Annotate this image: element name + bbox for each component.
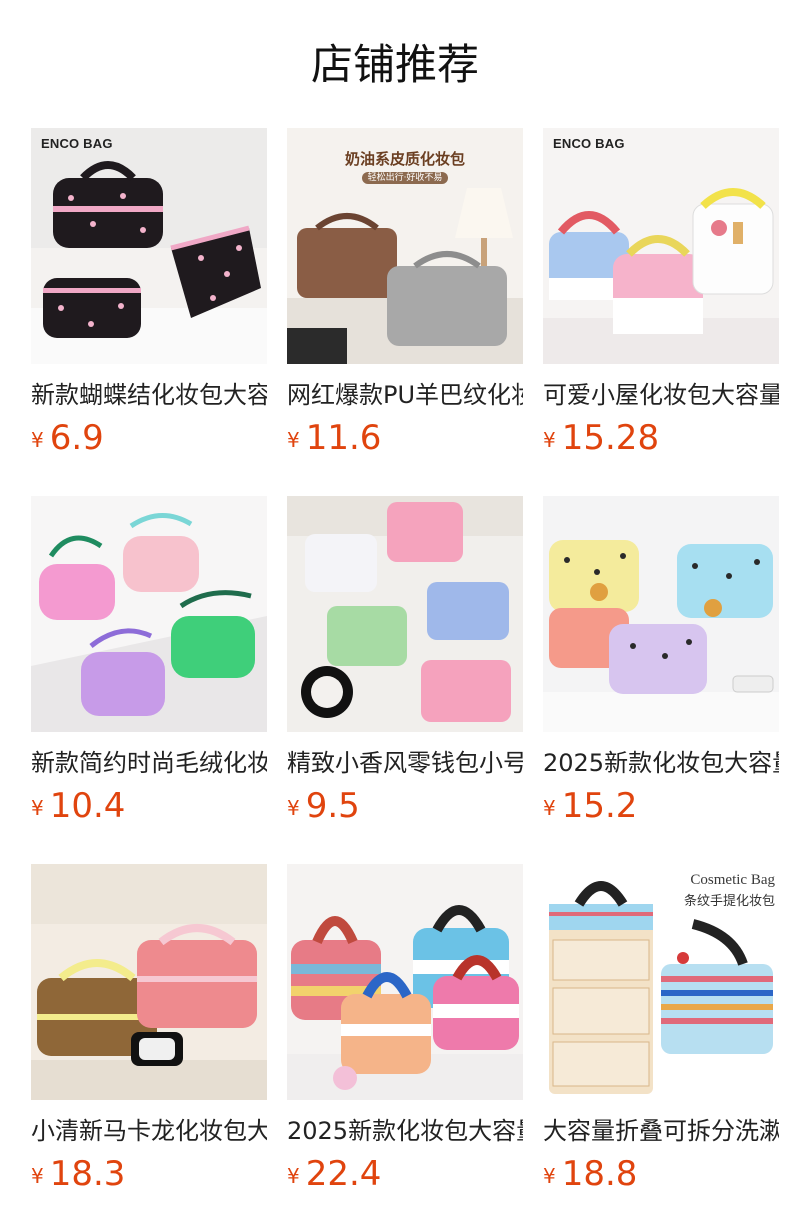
product-image[interactable] [287, 496, 523, 732]
price-amount: 9.5 [305, 786, 360, 826]
product-card[interactable]: 2025新款化妆包大容量 ¥22.4 [287, 864, 523, 1232]
currency-symbol: ¥ [543, 428, 556, 452]
price-amount: 18.3 [49, 1154, 126, 1194]
product-price: ¥6.9 [31, 418, 267, 458]
product-price: ¥22.4 [287, 1154, 523, 1194]
product-grid: ENCO BAG 新款蝴蝶结化妆包大容量 ¥6.9 奶油系皮质化妆包 轻松出行·… [31, 128, 779, 1232]
product-name[interactable]: 新款简约时尚毛绒化妆包 [31, 746, 267, 780]
currency-symbol: ¥ [287, 796, 300, 820]
product-card[interactable]: 2025新款化妆包大容量 ¥15.2 [543, 496, 779, 864]
brand-tag: ENCO BAG [553, 136, 625, 151]
product-image[interactable] [31, 496, 267, 732]
product-name[interactable]: 小清新马卡龙化妆包大容量 [31, 1114, 267, 1148]
price-amount: 15.28 [561, 418, 660, 458]
currency-symbol: ¥ [31, 1164, 44, 1188]
banner-headline-zh: 条纹手提化妆包 [683, 894, 775, 909]
product-card[interactable]: Cosmetic Bag 条纹手提化妆包 大容量折叠可拆分洗漱包 ¥18.8 [543, 864, 779, 1232]
product-name[interactable]: 新款蝴蝶结化妆包大容量 [31, 378, 267, 412]
banner-headline-en: Cosmetic Bag [690, 872, 775, 888]
price-amount: 6.9 [49, 418, 104, 458]
product-card[interactable]: ENCO BAG 新款蝴蝶结化妆包大容量 ¥6.9 [31, 128, 267, 496]
currency-symbol: ¥ [31, 428, 44, 452]
product-price: ¥18.3 [31, 1154, 267, 1194]
product-price: ¥18.8 [543, 1154, 779, 1194]
price-amount: 15.2 [561, 786, 638, 826]
brand-tag: ENCO BAG [41, 136, 113, 151]
product-name[interactable]: 大容量折叠可拆分洗漱包 [543, 1114, 779, 1148]
product-card[interactable]: ENCO BAG 可爱小屋化妆包大容量 ¥15.28 [543, 128, 779, 496]
currency-symbol: ¥ [543, 1164, 556, 1188]
product-card[interactable]: 新款简约时尚毛绒化妆包 ¥10.4 [31, 496, 267, 864]
product-name[interactable]: 2025新款化妆包大容量 [543, 746, 779, 780]
product-name[interactable]: 网红爆款PU羊巴纹化妆包 [287, 378, 523, 412]
product-price: ¥11.6 [287, 418, 523, 458]
product-image[interactable]: ENCO BAG [31, 128, 267, 364]
currency-symbol: ¥ [543, 796, 556, 820]
banner-headline: 奶油系皮质化妆包 [344, 150, 465, 168]
product-price: ¥10.4 [31, 786, 267, 826]
product-card[interactable]: 奶油系皮质化妆包 轻松出行·好收不易 网红爆款PU羊巴纹化妆包 ¥11.6 [287, 128, 523, 496]
currency-symbol: ¥ [31, 796, 44, 820]
product-image[interactable]: ENCO BAG [543, 128, 779, 364]
price-amount: 10.4 [49, 786, 126, 826]
price-amount: 11.6 [305, 418, 382, 458]
product-image[interactable] [543, 496, 779, 732]
page-title: 店铺推荐 [310, 40, 479, 89]
product-name[interactable]: 精致小香风零钱包小号 [287, 746, 523, 780]
price-amount: 22.4 [305, 1154, 382, 1194]
currency-symbol: ¥ [287, 1164, 300, 1188]
banner-subline: 轻松出行·好收不易 [287, 170, 523, 184]
product-price: ¥9.5 [287, 786, 523, 826]
product-image[interactable] [31, 864, 267, 1100]
product-image[interactable] [287, 864, 523, 1100]
price-amount: 18.8 [561, 1154, 638, 1194]
product-price: ¥15.2 [543, 786, 779, 826]
product-card[interactable]: 小清新马卡龙化妆包大容量 ¥18.3 [31, 864, 267, 1232]
product-name[interactable]: 可爱小屋化妆包大容量 [543, 378, 779, 412]
product-price: ¥15.28 [543, 418, 779, 458]
product-card[interactable]: 精致小香风零钱包小号 ¥9.5 [287, 496, 523, 864]
product-image[interactable]: 奶油系皮质化妆包 轻松出行·好收不易 [287, 128, 523, 364]
product-image[interactable]: Cosmetic Bag 条纹手提化妆包 [543, 864, 779, 1100]
product-name[interactable]: 2025新款化妆包大容量 [287, 1114, 523, 1148]
currency-symbol: ¥ [287, 428, 300, 452]
